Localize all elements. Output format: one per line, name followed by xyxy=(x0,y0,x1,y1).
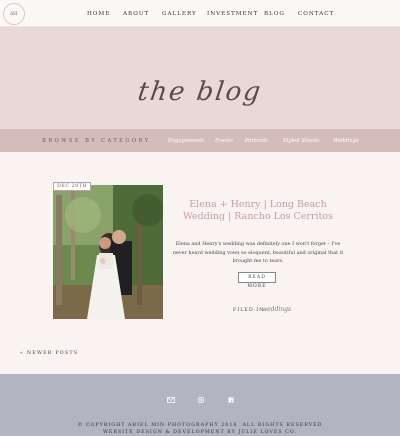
browse-by-category-label: BROWSE BY CATEGORY xyxy=(42,138,151,144)
site-logo[interactable]: aa xyxy=(3,3,25,25)
logo-text: aa xyxy=(10,10,18,17)
filed-category-link[interactable]: weddings xyxy=(262,306,291,313)
category-weddings[interactable]: Weddings xyxy=(333,138,359,144)
category-styled-shoots[interactable]: Styled Shoots xyxy=(283,138,319,144)
email-icon[interactable] xyxy=(167,397,175,403)
category-portraits[interactable]: Portraits xyxy=(245,138,268,144)
top-bar: aa HOME ABOUT GALLERY INVESTMENT BLOG CO… xyxy=(0,0,400,27)
nav-gallery[interactable]: GALLERY xyxy=(162,11,197,17)
page-title: the blog xyxy=(135,77,265,107)
copyright-text: © COPYRIGHT ARIEL MIN PHOTOGRAPHY 2018. … xyxy=(77,423,323,428)
post-date-badge: DEC 28TH xyxy=(53,182,92,191)
nav-blog[interactable]: BLOG xyxy=(264,11,285,17)
category-bar: BROWSE BY CATEGORY Engagements Events Po… xyxy=(0,129,400,152)
instagram-icon[interactable] xyxy=(197,397,205,403)
facebook-icon[interactable] xyxy=(227,397,235,403)
nav-about[interactable]: ABOUT xyxy=(123,11,149,17)
newer-posts-link[interactable]: « NEWER POSTS xyxy=(20,351,78,356)
nav-investment[interactable]: INVESTMENT xyxy=(207,11,258,17)
read-more-button[interactable]: READ MORE xyxy=(238,272,276,289)
wedding-photo xyxy=(53,185,163,319)
nav-contact[interactable]: CONTACT xyxy=(298,11,334,17)
post-featured-image[interactable] xyxy=(53,185,163,319)
nav-home[interactable]: HOME xyxy=(87,11,110,17)
category-engagements[interactable]: Engagements xyxy=(168,138,204,144)
category-events[interactable]: Events xyxy=(215,138,233,144)
credit-text[interactable]: WEBSITE DESIGN & DEVELOPMENT BY JULIE LO… xyxy=(0,430,400,435)
hero-banner: the blog xyxy=(0,27,400,129)
post-title[interactable]: Elena + Henry | Long Beach Wedding | Ran… xyxy=(168,199,348,223)
post-excerpt: Elena and Henry's wedding was definitely… xyxy=(172,241,344,264)
